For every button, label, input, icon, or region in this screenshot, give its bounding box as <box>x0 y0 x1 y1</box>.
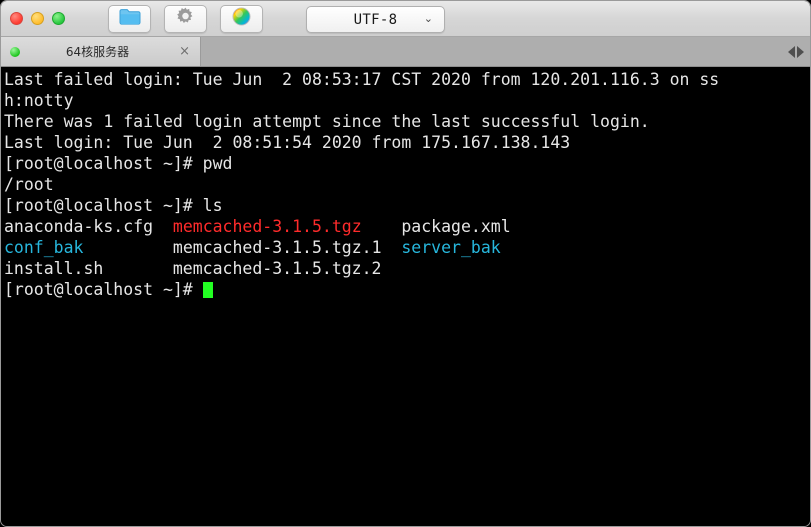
terminal-text: install.sh memcached-3.1.5.tgz.2 <box>4 259 382 278</box>
encoding-dropdown[interactable]: UTF-8 ⌄ <box>306 6 445 33</box>
terminal-text: [root@localhost ~]# pwd <box>4 154 233 173</box>
tab-prev-icon[interactable] <box>788 45 795 58</box>
terminal-text: conf_bak <box>4 238 84 257</box>
terminal-line: [root@localhost ~]# pwd <box>4 153 810 174</box>
minimize-button[interactable] <box>31 12 44 25</box>
tab-64core-server[interactable]: 64核服务器 × <box>1 37 201 66</box>
terminal-line: conf_bak memcached-3.1.5.tgz.1 server_ba… <box>4 237 810 258</box>
terminal-text: server_bak <box>401 238 501 257</box>
folder-icon <box>119 8 141 29</box>
terminal-text: h:notty <box>4 91 74 110</box>
folder-button[interactable] <box>108 4 151 33</box>
terminal-output[interactable]: Last failed login: Tue Jun 2 08:53:17 CS… <box>1 67 810 526</box>
terminal-text: package.xml <box>361 217 511 236</box>
terminal-text: [root@localhost ~]# ls <box>4 196 223 215</box>
terminal-text: [root@localhost ~]# <box>4 280 203 299</box>
tab-status-dot <box>10 46 20 57</box>
terminal-line: Last login: Tue Jun 2 08:51:54 2020 from… <box>4 132 810 153</box>
colors-button[interactable] <box>220 4 263 33</box>
terminal-line: anaconda-ks.cfg memcached-3.1.5.tgz pack… <box>4 216 810 237</box>
terminal-line: install.sh memcached-3.1.5.tgz.2 <box>4 258 810 279</box>
zoom-button[interactable] <box>52 12 65 25</box>
terminal-text: Last failed login: Tue Jun 2 08:53:17 CS… <box>4 70 720 89</box>
terminal-window: UTF-8 ⌄ 64核服务器 × Last failed login: Tue … <box>0 0 811 527</box>
terminal-line: h:notty <box>4 90 810 111</box>
gear-icon <box>176 7 195 30</box>
window-controls <box>10 12 65 25</box>
tab-close-icon[interactable]: × <box>179 45 190 58</box>
settings-button[interactable] <box>164 4 207 33</box>
tab-bar: 64核服务器 × <box>1 37 810 67</box>
terminal-line: /root <box>4 174 810 195</box>
terminal-line: There was 1 failed login attempt since t… <box>4 111 810 132</box>
title-bar: UTF-8 ⌄ <box>1 1 810 37</box>
terminal-text: /root <box>4 175 54 194</box>
close-button[interactable] <box>10 12 23 25</box>
terminal-line: [root@localhost ~]# ls <box>4 195 810 216</box>
tab-next-icon[interactable] <box>797 45 804 58</box>
terminal-line: [root@localhost ~]# <box>4 279 810 300</box>
chevron-down-icon: ⌄ <box>423 12 433 25</box>
terminal-text: Last login: Tue Jun 2 08:51:54 2020 from… <box>4 133 571 152</box>
terminal-text: There was 1 failed login attempt since t… <box>4 112 650 131</box>
toolbar <box>108 4 263 33</box>
tab-navigation <box>788 37 804 66</box>
encoding-value: UTF-8 <box>353 11 398 28</box>
terminal-text: memcached-3.1.5.tgz <box>172 217 362 236</box>
terminal-text: memcached-3.1.5.tgz.1 <box>83 238 402 257</box>
color-wheel-icon <box>232 7 251 30</box>
terminal-text: anaconda-ks.cfg <box>4 217 173 236</box>
terminal-line: Last failed login: Tue Jun 2 08:53:17 CS… <box>4 69 810 90</box>
tab-title: 64核服务器 <box>65 45 130 59</box>
terminal-cursor <box>202 282 213 298</box>
